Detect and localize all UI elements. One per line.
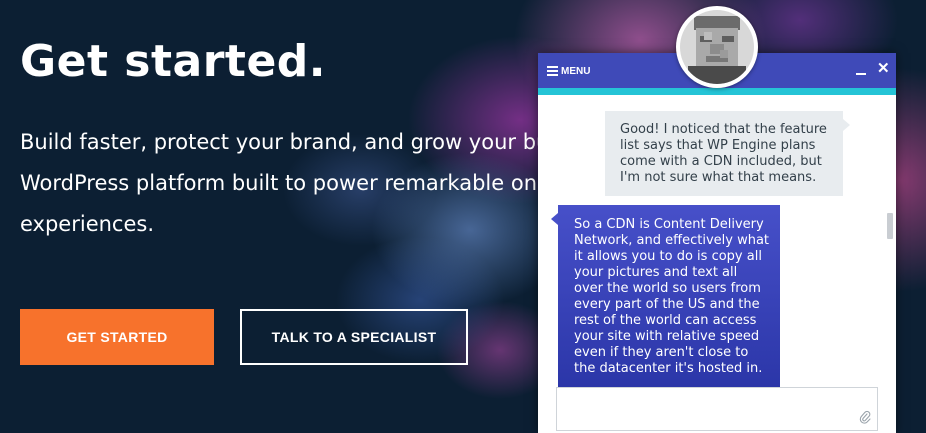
user-message: Good! I noticed that the feature list sa… — [605, 111, 850, 196]
chat-widget: MENU ✕ Good! I noticed that the feature … — [538, 53, 896, 433]
minimize-icon[interactable] — [856, 73, 866, 75]
talk-to-specialist-button[interactable]: TALK TO A SPECIALIST — [240, 309, 468, 365]
hamburger-icon — [547, 64, 558, 78]
agent-message: So a CDN is Content Delivery Network, an… — [551, 205, 780, 388]
chat-menu-label: MENU — [561, 65, 591, 77]
chat-scrollbar[interactable] — [887, 141, 893, 433]
agent-avatar — [676, 6, 758, 88]
avatar-photo — [680, 10, 754, 84]
hero-title: Get started. — [20, 36, 327, 87]
chat-message-input[interactable] — [557, 388, 877, 430]
chat-messages: Good! I noticed that the feature list sa… — [538, 95, 896, 433]
chat-input-box[interactable] — [556, 387, 878, 431]
chat-scrollbar-thumb[interactable] — [887, 213, 893, 239]
paperclip-icon[interactable] — [859, 410, 871, 424]
close-icon[interactable]: ✕ — [877, 61, 890, 77]
chat-menu-button[interactable]: MENU — [547, 64, 590, 78]
get-started-button[interactable]: GET STARTED — [20, 309, 214, 365]
